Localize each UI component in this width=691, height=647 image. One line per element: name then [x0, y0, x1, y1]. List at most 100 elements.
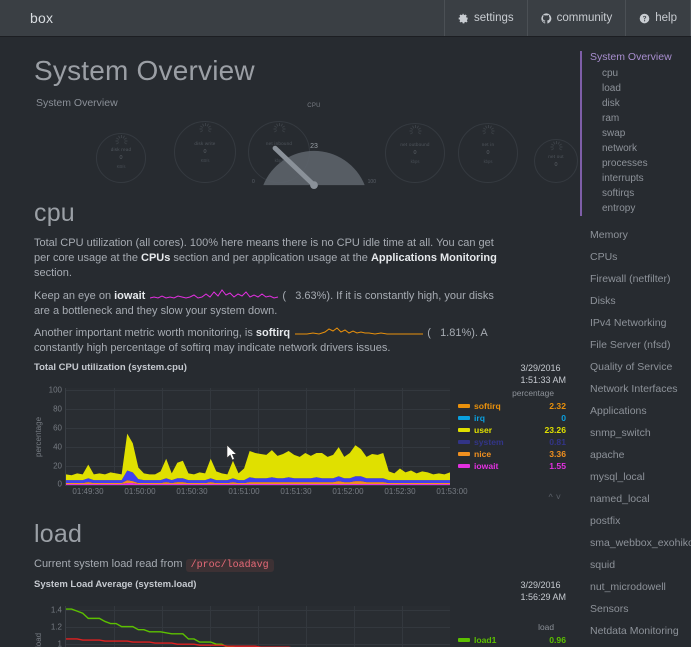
sidebar-item-disk[interactable]: disk — [590, 96, 691, 111]
sidebar-item-file-server[interactable]: File Server (nfsd) — [580, 334, 691, 356]
gauge-net-out[interactable]: net out 0 — [534, 139, 578, 183]
legend-swatch-irq — [458, 416, 470, 421]
ytick-1: 1 — [57, 639, 62, 647]
section-desc-load: Current system load read from /proc/load… — [34, 557, 504, 573]
sidebar-item-named-local[interactable]: named_local — [580, 488, 691, 510]
sidebar-item-applications[interactable]: Applications — [580, 400, 691, 422]
legend-swatch-system — [458, 440, 470, 445]
chart-system-load-date: 3/29/2016 — [520, 580, 561, 591]
sidebar-item-network-interfaces[interactable]: Network Interfaces — [580, 378, 691, 400]
sidebar-item-system-overview[interactable]: System Overview — [590, 49, 691, 66]
chart-system-cpu-timestamp: 3/29/2016 1:51:33 AM — [520, 362, 566, 386]
legend-row-irq[interactable]: irq 0 — [458, 412, 566, 424]
chart-system-cpu-xaxis: 01:49:30 01:50:00 01:50:30 01:51:00 01:5… — [64, 486, 467, 500]
sidebar-item-example-charts[interactable]: Example Charts — [580, 642, 691, 647]
sidebar-item-snmp-switch[interactable]: snmp_switch — [580, 422, 691, 444]
sidebar-item-entropy[interactable]: entropy — [590, 201, 691, 216]
cpu-desc-text-c: section and per application usage at the — [170, 252, 371, 265]
nav-item-community-label: community — [556, 12, 613, 24]
chart-system-cpu-plot[interactable] — [65, 388, 450, 487]
sidebar-item-softirqs[interactable]: softirqs — [590, 186, 691, 201]
ytick-1-4: 1.4 — [50, 605, 62, 615]
section-desc-cpu-3: Another important metric worth monitorin… — [34, 326, 488, 355]
cpu-iowait-value: 3.63% — [295, 289, 327, 302]
legend-name-iowait: iowait — [458, 461, 498, 471]
page-title: System Overview — [34, 55, 255, 86]
legend-name-user: user — [458, 425, 492, 435]
chart-system-load-plot[interactable] — [65, 605, 450, 647]
xtick: 01:49:30 — [72, 487, 104, 497]
sidebar-item-sma-webbox[interactable]: sma_webbox_exohiko — [580, 532, 691, 554]
sidebar-item-netdata-monitoring[interactable]: Netdata Monitoring — [580, 620, 691, 642]
nav-item-help[interactable]: help — [625, 0, 691, 36]
cpu-desc3-softirq-label: softirq — [255, 326, 291, 339]
chart-system-cpu-resize-handle[interactable]: ^˅ — [549, 492, 564, 502]
xtick: 01:51:30 — [280, 487, 312, 497]
legend-row-load1[interactable]: load1 0.96 — [458, 634, 566, 646]
sidebar-item-postfix[interactable]: postfix — [580, 510, 691, 532]
legend-row-system[interactable]: system 0.81 — [458, 436, 566, 448]
sidebar-item-ram[interactable]: ram — [590, 111, 691, 126]
cpu-desc2-iowait-label: iowait — [114, 289, 146, 302]
nav-item-settings[interactable]: settings — [444, 0, 527, 36]
gauge-cpu-label: CPU — [307, 103, 321, 109]
chart-system-load[interactable]: System Load Average (system.load) 3/29/2… — [34, 579, 566, 647]
sidebar-item-nut-microdowell[interactable]: nut_microdowell — [580, 576, 691, 598]
sidebar-item-ipv4-networking[interactable]: IPv4 Networking — [580, 312, 691, 334]
sidebar-item-quality-of-service[interactable]: Quality of Service — [580, 356, 691, 378]
sidebar-item-sensors[interactable]: Sensors — [580, 598, 691, 620]
legend-label-user: user — [474, 425, 493, 436]
legend-name-nice: nice — [458, 449, 491, 459]
legend-row-softirq[interactable]: softirq 2.32 — [458, 400, 566, 412]
chart-system-cpu-series — [66, 434, 450, 486]
sidebar-item-network[interactable]: network — [590, 141, 691, 156]
gauge-net-outbound[interactable]: net outbound 0 kbps — [385, 123, 445, 183]
navbar-brand[interactable]: box — [0, 0, 69, 36]
sidebar-item-cpus[interactable]: CPUs — [580, 246, 691, 268]
sidebar-item-mysql-local[interactable]: mysql_local — [580, 466, 691, 488]
legend-value-iowait: 1.55 — [549, 461, 566, 472]
cpu-link-cpus[interactable]: CPUs — [141, 252, 170, 264]
cpu-desc-text-e: section. — [34, 267, 72, 280]
gauge-net-in[interactable]: net in 0 kbps — [458, 123, 518, 183]
sidebar-item-apache[interactable]: apache — [580, 444, 691, 466]
gauge-disk-write[interactable]: disk write 0 KB/s — [174, 121, 236, 183]
legend-swatch-load1 — [458, 637, 470, 642]
cpu-desc3-text-a: Another important metric worth monitorin… — [34, 326, 256, 339]
legend-label-softirq: softirq — [474, 401, 501, 412]
cpu-link-applications[interactable]: Applications Monitoring — [371, 252, 497, 264]
sidebar-item-firewall[interactable]: Firewall (netfilter) — [580, 268, 691, 290]
ytick-100: 100 — [48, 385, 62, 395]
chart-system-load-ylabel: load — [34, 632, 43, 647]
legend-row-nice[interactable]: nice 3.36 — [458, 448, 566, 460]
chart-system-load-legend-unit: load — [538, 621, 554, 632]
github-icon — [540, 12, 552, 24]
sidebar-item-cpu[interactable]: cpu — [590, 66, 691, 81]
xtick: 01:52:30 — [384, 487, 416, 497]
chart-system-cpu-yaxis: 100 80 60 40 20 0 — [43, 385, 65, 489]
chart-system-cpu[interactable]: Total CPU utilization (system.cpu) 3/29/… — [34, 362, 566, 502]
cpu-desc2-text-a: Keep an eye on — [34, 289, 115, 302]
nav-item-community[interactable]: community — [526, 0, 626, 36]
sidebar-item-squid[interactable]: squid — [580, 554, 691, 576]
legend-row-user[interactable]: user 23.26 — [458, 424, 566, 436]
section-desc-cpu-2: Keep an eye on iowait ( 3.63%). If it is… — [34, 288, 494, 317]
question-circle-icon — [639, 13, 650, 24]
chart-system-load-legend: load load1 0.96 load5 1.03 load15 0.97 — [450, 606, 566, 647]
gauge-ticks — [386, 124, 444, 182]
nav-item-help-label: help — [655, 12, 677, 24]
sidebar-item-memory[interactable]: Memory — [580, 224, 691, 246]
legend-row-iowait[interactable]: iowait 1.55 — [458, 460, 566, 472]
sidebar-item-load[interactable]: load — [590, 81, 691, 96]
sidebar-item-disks[interactable]: Disks — [580, 290, 691, 312]
gauge-disk-read[interactable]: disk read 0 KB/s — [96, 133, 146, 183]
gauge-cpu[interactable]: CPU 23 0 100 — [252, 103, 376, 191]
sidebar-item-swap[interactable]: swap — [590, 126, 691, 141]
sidebar-item-processes[interactable]: processes — [590, 156, 691, 171]
xtick: 01:51:00 — [228, 487, 260, 497]
chart-system-cpu-body: percentage 100 80 60 40 20 0 percentage … — [34, 385, 566, 489]
sidebar-item-interrupts[interactable]: interrupts — [590, 171, 691, 186]
chart-system-load-series — [66, 606, 450, 647]
right-sidebar[interactable]: System Overview cpu load disk ram swap n… — [580, 37, 691, 647]
